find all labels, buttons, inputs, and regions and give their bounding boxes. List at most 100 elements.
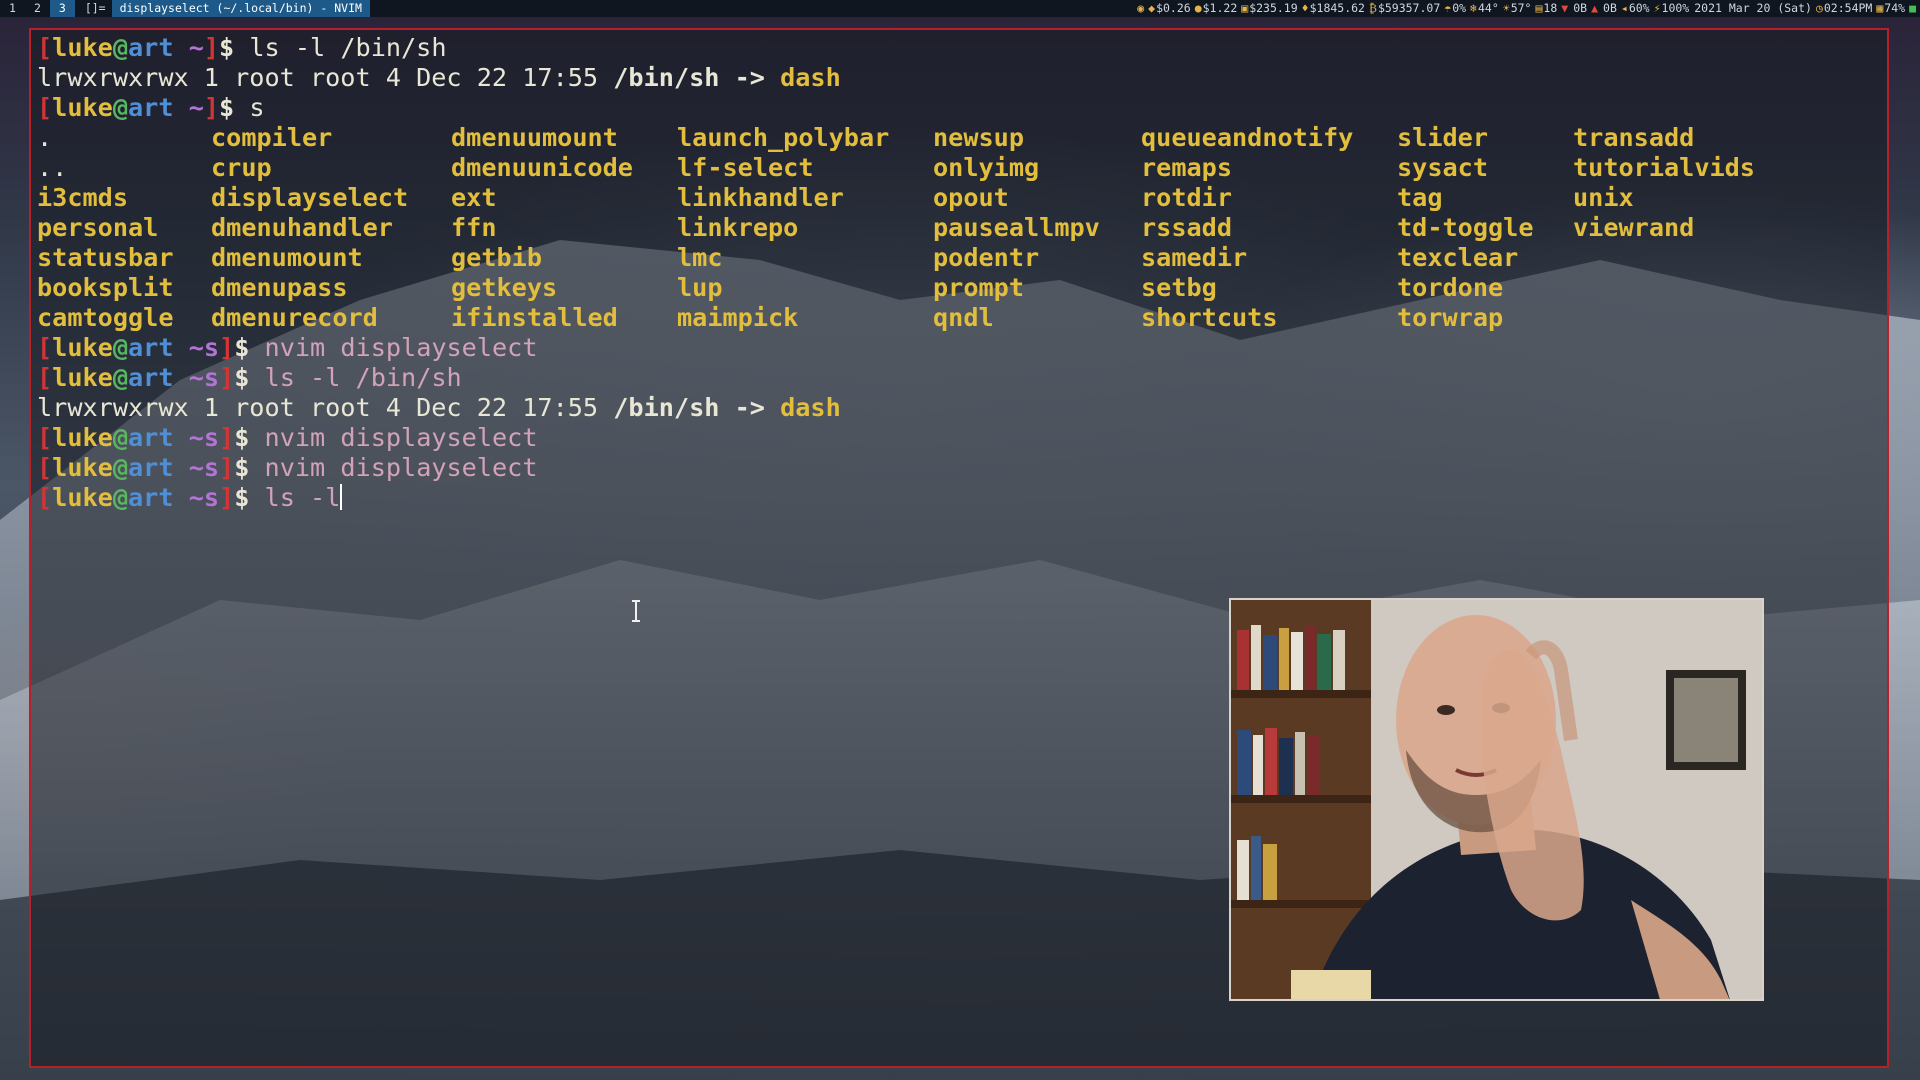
status-module[interactable]: ☂0% (1444, 1, 1466, 15)
status-module[interactable]: 0B (1602, 1, 1617, 15)
file-entry[interactable]: pauseallmpv (933, 213, 1100, 243)
file-entry[interactable]: crup (211, 153, 272, 183)
file-entry[interactable]: texclear (1397, 243, 1518, 273)
file-entry[interactable]: displayselect (211, 183, 408, 213)
file-entry[interactable]: podentr (933, 243, 1039, 273)
prompt-user: luke (52, 423, 113, 452)
status-module[interactable]: ▣$235.19 (1241, 1, 1297, 15)
file-entry[interactable]: dmenumount (211, 243, 363, 273)
file-entry[interactable]: personal (37, 213, 158, 243)
file-entry[interactable]: . (37, 123, 52, 153)
status-module[interactable]: ◆$0.26 (1148, 1, 1191, 15)
status-module[interactable]: ❄44° (1470, 1, 1499, 15)
status-bar: 1 2 3 []= displayselect (~/.local/bin) - NVI… (0, 0, 1920, 17)
file-entry[interactable]: maimpick (677, 303, 798, 333)
file-entry[interactable]: dmenuhandler (211, 213, 393, 243)
file-entry[interactable]: dmenuumount (451, 123, 618, 153)
file-entry[interactable]: linkhandler (677, 183, 844, 213)
status-value: 60% (1628, 1, 1650, 15)
file-entry[interactable]: launch_polybar (677, 123, 889, 153)
file-entry[interactable]: torwrap (1397, 303, 1503, 333)
status-module[interactable]: ◂60% (1621, 1, 1650, 15)
file-entry[interactable]: dmenuunicode (451, 153, 633, 183)
ls-listing-row: .. crup dmenuunicode lf-select onlyimg remaps… (37, 153, 1755, 183)
prompt-cwd: ~s (188, 423, 220, 452)
file-entry[interactable]: tag (1397, 183, 1443, 213)
file-entry[interactable]: getbib (451, 243, 542, 273)
file-entry[interactable]: ifinstalled (451, 303, 618, 333)
file-entry[interactable]: sysact (1397, 153, 1488, 183)
terminal-output[interactable]: [luke@art ~]$ ls -l /bin/sh lrwxrwxrwx 1 … (37, 33, 1755, 513)
file-entry[interactable]: ext (451, 183, 497, 213)
status-value: 0% (1452, 1, 1467, 15)
file-entry[interactable]: viewrand (1573, 213, 1694, 243)
status-module[interactable]: 0B (1572, 1, 1587, 15)
file-entry[interactable]: unix (1573, 183, 1634, 213)
file-entry[interactable]: td-toggle (1397, 213, 1533, 243)
status-module[interactable]: 2021 Mar 20 (Sat) (1693, 1, 1812, 15)
status-value: 44° (1477, 1, 1499, 15)
workspace-2[interactable]: 2 (25, 0, 50, 17)
status-module[interactable]: ◉ (1137, 1, 1144, 15)
prompt-host: art (128, 453, 174, 482)
file-entry[interactable]: i3cmds (37, 183, 128, 213)
status-module[interactable]: ▼ (1561, 1, 1568, 15)
file-entry[interactable]: .. (37, 153, 67, 183)
status-module[interactable]: ◷02:54PM (1816, 1, 1872, 15)
command-line: [luke@art ~s]$ ls -l /bin/sh (37, 363, 841, 393)
file-entry[interactable]: transadd (1573, 123, 1694, 153)
file-entry[interactable]: lup (677, 273, 723, 303)
file-entry[interactable]: compiler (211, 123, 332, 153)
file-entry[interactable]: statusbar (37, 243, 173, 273)
text-cursor (340, 484, 343, 510)
status-module[interactable]: ▦74% (1876, 1, 1905, 15)
sun-icon: ☀ (1502, 1, 1510, 15)
workspace-1[interactable]: 1 (0, 0, 25, 17)
file-entry[interactable]: dmenupass (211, 273, 347, 303)
file-entry[interactable]: rssadd (1141, 213, 1232, 243)
status-module[interactable]: ♦$1845.62 (1302, 1, 1365, 15)
file-entry[interactable]: rotdir (1141, 183, 1232, 213)
status-module[interactable]: ▲ (1591, 1, 1598, 15)
file-entry[interactable]: linkrepo (677, 213, 798, 243)
file-entry[interactable]: remaps (1141, 153, 1232, 183)
file-entry[interactable]: queueandnotify (1141, 123, 1353, 153)
file-entry[interactable]: setbg (1141, 273, 1217, 303)
file-entry[interactable]: camtoggle (37, 303, 173, 333)
file-entry[interactable]: getkeys (451, 273, 557, 303)
file-entry[interactable]: tordone (1397, 273, 1503, 303)
prompt-user: luke (52, 363, 113, 392)
file-entry[interactable]: booksplit (37, 273, 173, 303)
symlink-target: dash (780, 393, 841, 422)
file-entry[interactable]: shortcuts (1141, 303, 1277, 333)
command-text: nvim displayselect (264, 333, 538, 362)
file-entry[interactable]: qndl (933, 303, 994, 333)
status-value: 74% (1884, 1, 1906, 15)
ls-long-output: lrwxrwxrwx 1 root root 4 Dec 22 17:55 (37, 63, 614, 92)
ls-listing-row: i3cmds displayselect ext linkhandler opout ro… (37, 183, 1634, 213)
file-entry[interactable]: tutorialvids (1573, 153, 1755, 183)
layout-indicator[interactable]: []= (75, 0, 112, 17)
file-entry[interactable]: newsup (933, 123, 1024, 153)
file-entry[interactable]: lmc (677, 243, 723, 273)
file-entry[interactable]: ffn (451, 213, 497, 243)
workspace-3[interactable]: 3 (49, 0, 75, 17)
file-entry[interactable]: dmenurecord (211, 303, 378, 333)
symlink-arrow: -> (719, 393, 781, 422)
status-module[interactable]: ▤18 (1535, 1, 1557, 15)
status-module[interactable]: ☀57° (1503, 1, 1532, 15)
file-entry[interactable]: opout (933, 183, 1009, 213)
file-entry[interactable]: samedir (1141, 243, 1247, 273)
status-module[interactable]: ₿$59357.07 (1369, 1, 1440, 15)
file-entry[interactable]: slider (1397, 123, 1488, 153)
status-module[interactable]: ⚡100% (1654, 1, 1690, 15)
ls-listing-row: personal dmenuhandler ffn linkrepo pauseallm… (37, 213, 1694, 243)
status-module[interactable]: ■ (1909, 1, 1916, 15)
command-line: [luke@art ~s]$ nvim displayselect (37, 423, 841, 453)
file-entry[interactable]: prompt (933, 273, 1024, 303)
status-module[interactable]: ●$1.22 (1195, 1, 1238, 15)
file-entry[interactable]: lf-select (677, 153, 813, 183)
file-entry[interactable]: onlyimg (933, 153, 1039, 183)
command-line: [luke@art ~]$ s (37, 93, 841, 123)
status-value: $1845.62 (1309, 1, 1365, 15)
